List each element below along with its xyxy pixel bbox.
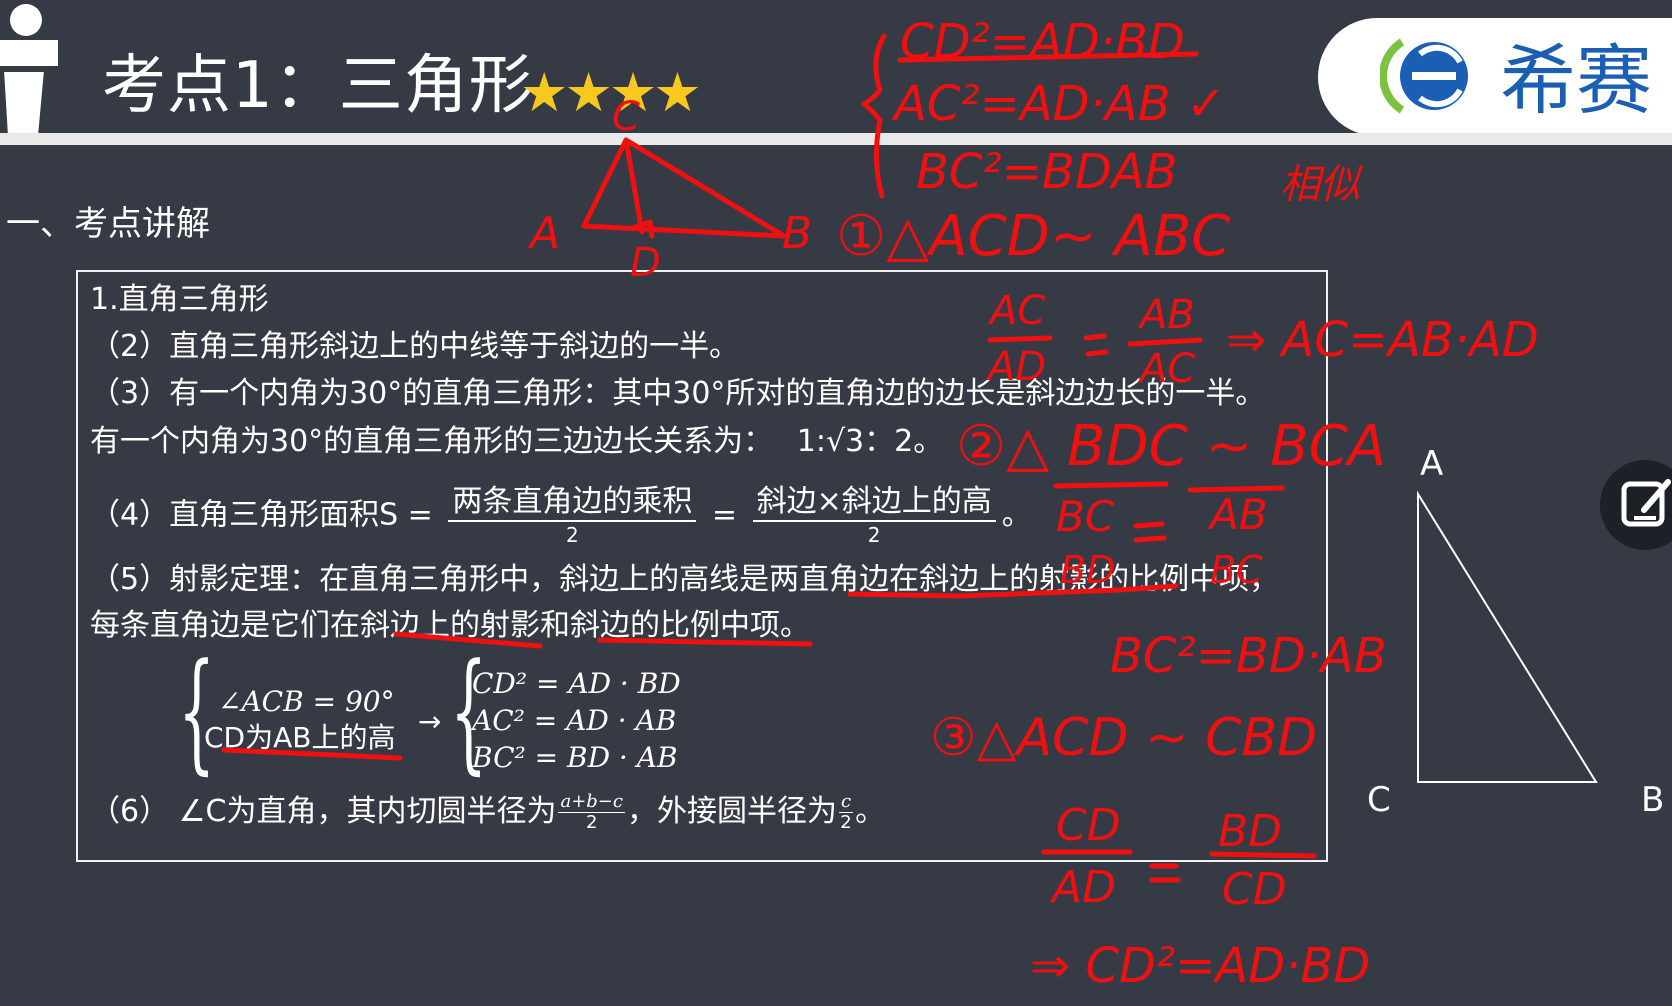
ink-top-3: BC²=BDAB: [916, 144, 1178, 200]
edit-button[interactable]: [1600, 460, 1672, 550]
content-box: 1.直角三角形 （2）直角三角形斜边上的中线等于斜边的一半。 （3）有一个内角为…: [76, 270, 1328, 862]
item-3-line-1: （3）有一个内角为30°的直角三角形：其中30°所对的直角边的边长是斜边边长的一…: [90, 376, 1266, 411]
area-fraction-2-num: 斜边×斜边上的高: [752, 484, 996, 522]
vertex-label-b: B: [1641, 780, 1665, 820]
item-5-line-1: （5）射影定理：在直角三角形中，斜边上的高线是两直角边在斜边上的射影的比例中项，: [90, 562, 1280, 597]
logo-icon: [1380, 38, 1468, 114]
area-fraction-1: 两条直角边的乘积 2: [448, 484, 697, 548]
item-4: （4）直角三角形面积S = 两条直角边的乘积 2 = 斜边×斜边上的高 2 。: [90, 484, 1032, 548]
condition-height: CD为AB上的高: [204, 721, 396, 754]
ink-sketch-a: A: [530, 208, 561, 259]
vertex-label-c: C: [1367, 780, 1391, 820]
ratio-part-2: ：2。: [864, 424, 944, 459]
item-4-prefix: （4）直角三角形面积S =: [90, 497, 433, 533]
vertex-label-a: A: [1420, 444, 1444, 484]
ink-ratio3-result: ⇒ CD²=AD·BD: [1030, 938, 1371, 994]
condition-angle: ∠ACB = 90°: [218, 685, 395, 718]
edit-icon: [1621, 479, 1671, 527]
item-6: （6） ∠C为直角，其内切圆半径为 a+b−c 2 ，外接圆半径为 c 2。: [90, 792, 885, 833]
ratio-sqrt: √3: [825, 424, 865, 459]
ink-ratio3-den1: AD: [1052, 862, 1116, 913]
item-6-prefix: （6） ∠C为直角，其内切圆半径为: [90, 794, 557, 829]
item-4-eq: =: [711, 497, 738, 533]
item-3-text: 有一个内角为30°的直角三角形的三边边长关系为：: [90, 424, 774, 459]
presenter-icon: [0, 4, 70, 136]
item-2: （2）直角三角形斜边上的中线等于斜边的一半。: [90, 329, 740, 364]
circumradius-fraction-num: c: [838, 791, 854, 813]
inradius-fraction-num: a+b−c: [558, 791, 625, 813]
area-fraction-1-den: 2: [565, 523, 579, 547]
item-4-end: 。: [1001, 497, 1032, 533]
item-6-mid: ，外接圆半径为: [626, 794, 837, 829]
logo-text: 希赛: [1500, 36, 1652, 125]
circumradius-fraction-den: 2: [840, 812, 852, 833]
item-6-end: 。: [855, 794, 886, 829]
ink-ratio3-den2: CD: [1222, 864, 1287, 915]
ratio-part-1: 1:: [796, 424, 826, 459]
circumradius-fraction: c2: [838, 791, 854, 833]
ink-similar: 相似: [1280, 162, 1360, 208]
rating-stars: ★★★★: [520, 61, 702, 124]
result-bc: BC² = BD · AB: [472, 741, 678, 774]
result-ac: AC² = AD · AB: [472, 704, 677, 737]
area-fraction-2: 斜边×斜边上的高 2: [752, 484, 996, 548]
header-divider: [0, 133, 1672, 145]
ink-similar-1: ①△ACD∼ ABC: [836, 204, 1231, 269]
section-heading: 一、考点讲解: [6, 204, 210, 244]
area-fraction-2-den: 2: [867, 523, 881, 547]
item-3-line-2: 有一个内角为30°的直角三角形的三边边长关系为： 1:√3：2。: [90, 422, 943, 462]
result-cd: CD² = AD · BD: [472, 667, 681, 700]
content-heading: 1.直角三角形: [90, 282, 269, 317]
inradius-fraction-den: 2: [585, 812, 598, 833]
ink-sketch-b: B: [782, 208, 813, 259]
area-fraction-1-num: 两条直角边的乘积: [448, 484, 697, 522]
header: 考点1：三角形 ★★★★ 希赛: [0, 0, 1672, 136]
implies-arrow: →: [418, 705, 442, 738]
page-title: 考点1：三角形: [102, 49, 534, 123]
inradius-fraction: a+b−c 2: [558, 792, 625, 833]
